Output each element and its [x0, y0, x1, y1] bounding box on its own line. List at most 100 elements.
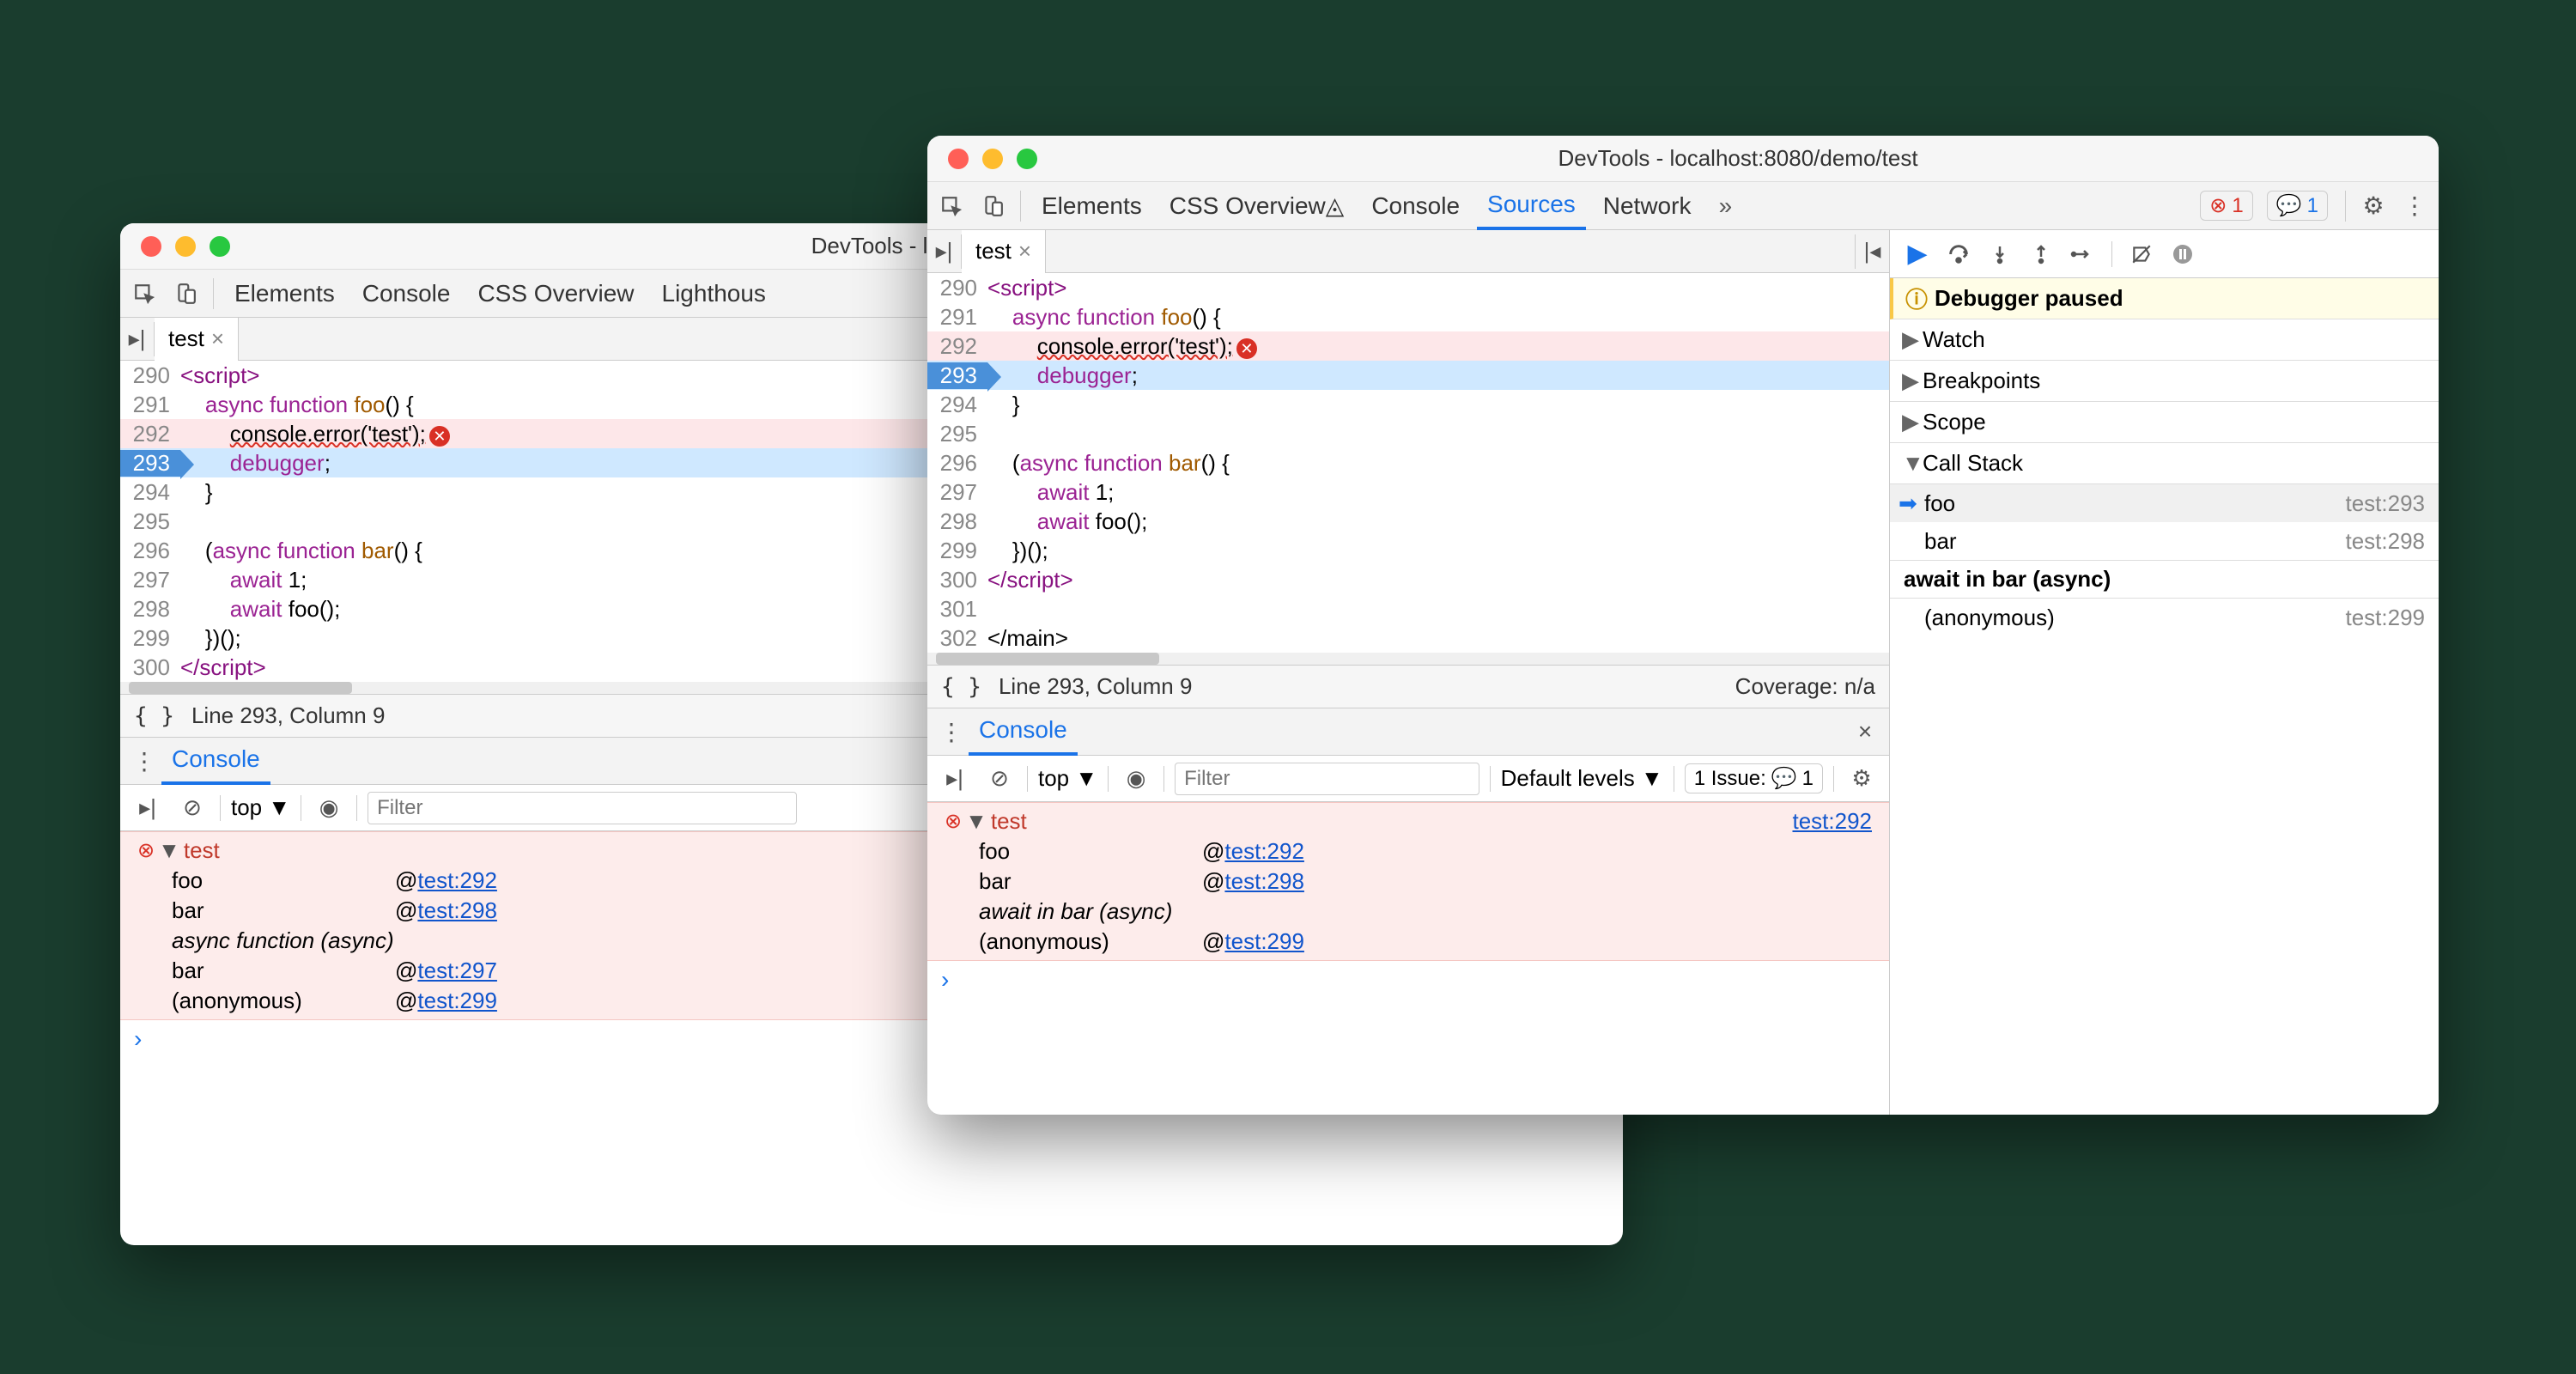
- error-link[interactable]: test:292: [1792, 808, 1872, 835]
- eye-icon[interactable]: ◉: [312, 791, 346, 825]
- file-tab[interactable]: test ×: [962, 230, 1046, 273]
- code-line[interactable]: 291 async function foo() {: [927, 302, 1889, 331]
- close-icon[interactable]: ×: [1848, 714, 1882, 749]
- code-line[interactable]: 296 (async function bar() {: [927, 448, 1889, 477]
- section-breakpoints[interactable]: ▶Breakpoints: [1890, 361, 2439, 402]
- pause-exceptions-icon[interactable]: [2166, 237, 2200, 271]
- context-selector[interactable]: top ▼: [231, 794, 290, 821]
- tab-network[interactable]: Network: [1593, 182, 1702, 230]
- sidebar-icon[interactable]: ▸|: [938, 762, 972, 796]
- device-icon[interactable]: [975, 189, 1010, 223]
- close-icon[interactable]: ×: [211, 325, 224, 352]
- navigator-icon[interactable]: ▸|: [120, 322, 155, 356]
- code-line[interactable]: 298 await foo();: [927, 507, 1889, 536]
- stack-frame[interactable]: bar@ test:298: [927, 866, 1889, 897]
- error-badge[interactable]: ⊗1: [2200, 191, 2252, 221]
- log-levels[interactable]: Default levels ▼: [1501, 765, 1663, 792]
- tab-css-overview[interactable]: CSS Overview: [467, 270, 644, 318]
- step-out-icon[interactable]: [2024, 237, 2058, 271]
- section-callstack[interactable]: ▼Call Stack: [1890, 443, 2439, 484]
- code-line[interactable]: 301: [927, 594, 1889, 623]
- source-link[interactable]: test:298: [1224, 868, 1304, 895]
- code-line[interactable]: 294 }: [927, 390, 1889, 419]
- close-icon[interactable]: [948, 149, 969, 169]
- stack-frame[interactable]: foo@ test:292: [927, 836, 1889, 866]
- source-link[interactable]: test:292: [417, 867, 497, 894]
- callstack-frame[interactable]: ➡footest:293: [1890, 484, 2439, 522]
- close-icon[interactable]: ×: [1018, 238, 1031, 264]
- tab-console-drawer[interactable]: Console: [969, 708, 1078, 756]
- code-editor[interactable]: 290<script>291 async function foo() {292…: [927, 273, 1889, 653]
- clear-icon[interactable]: ⊘: [982, 762, 1017, 796]
- maximize-icon[interactable]: [210, 236, 230, 257]
- stack-frame[interactable]: (anonymous)@ test:299: [927, 927, 1889, 957]
- filter-input[interactable]: [368, 792, 797, 824]
- code-line[interactable]: 300</script>: [927, 565, 1889, 594]
- device-icon[interactable]: [168, 277, 203, 311]
- tab-console[interactable]: Console: [1361, 182, 1470, 230]
- tab-elements[interactable]: Elements: [1031, 182, 1152, 230]
- error-row[interactable]: ⊗ ▼ test test:292: [927, 806, 1889, 836]
- stack-frame[interactable]: await in bar (async): [927, 897, 1889, 927]
- coverage-label: Coverage: n/a: [1735, 673, 1875, 700]
- traffic-lights: [120, 236, 230, 257]
- code-line[interactable]: 297 await 1;: [927, 477, 1889, 507]
- clear-icon[interactable]: ⊘: [175, 791, 210, 825]
- code-line[interactable]: 302</main>: [927, 623, 1889, 653]
- console-prompt[interactable]: ›: [927, 961, 1889, 999]
- format-icon[interactable]: { }: [134, 703, 174, 729]
- code-line[interactable]: 290<script>: [927, 273, 1889, 302]
- inspect-icon[interactable]: [127, 277, 161, 311]
- issues-badge[interactable]: 💬 1: [2267, 191, 2328, 221]
- file-tab[interactable]: test ×: [155, 318, 239, 361]
- callstack-frame[interactable]: (anonymous)test:299: [1890, 599, 2439, 636]
- expand-icon[interactable]: ▼: [158, 837, 180, 864]
- format-icon[interactable]: { }: [941, 674, 981, 700]
- step-into-icon[interactable]: [1983, 237, 2017, 271]
- source-link[interactable]: test:298: [417, 897, 497, 924]
- maximize-icon[interactable]: [1017, 149, 1037, 169]
- sidebar-icon[interactable]: ▸|: [131, 791, 165, 825]
- tab-console-drawer[interactable]: Console: [161, 737, 270, 785]
- resume-icon[interactable]: ▶: [1900, 237, 1935, 271]
- issues-pill[interactable]: 1 Issue: 💬 1: [1685, 763, 1823, 793]
- callstack-frame[interactable]: bartest:298: [1890, 522, 2439, 560]
- gear-icon[interactable]: ⚙: [1844, 762, 1879, 796]
- traffic-lights: [927, 149, 1037, 169]
- more-icon[interactable]: ⋮: [127, 744, 161, 778]
- source-link[interactable]: test:299: [417, 988, 497, 1014]
- tab-css-overview[interactable]: CSS Overview ◬: [1159, 182, 1355, 230]
- debugger-pane-icon[interactable]: |◂: [1855, 234, 1889, 269]
- code-line[interactable]: 299 })();: [927, 536, 1889, 565]
- deactivate-breakpoints-icon[interactable]: [2124, 237, 2159, 271]
- expand-icon[interactable]: ▼: [965, 808, 987, 835]
- code-line[interactable]: 295: [927, 419, 1889, 448]
- step-icon[interactable]: [2065, 237, 2099, 271]
- more-icon[interactable]: ⋮: [934, 714, 969, 749]
- gear-icon[interactable]: ⚙: [2356, 189, 2391, 223]
- minimize-icon[interactable]: [982, 149, 1003, 169]
- more-tabs-icon[interactable]: »: [1708, 189, 1742, 223]
- section-watch[interactable]: ▶Watch: [1890, 319, 2439, 361]
- minimize-icon[interactable]: [175, 236, 196, 257]
- navigator-icon[interactable]: ▸|: [927, 234, 962, 269]
- context-selector[interactable]: top ▼: [1038, 765, 1097, 792]
- source-link[interactable]: test:297: [417, 958, 497, 984]
- more-icon[interactable]: ⋮: [2397, 189, 2432, 223]
- source-link[interactable]: test:292: [1224, 838, 1304, 865]
- filter-input[interactable]: [1175, 763, 1479, 795]
- inspect-icon[interactable]: [934, 189, 969, 223]
- code-line[interactable]: 292 console.error('test');✕: [927, 331, 1889, 361]
- right-window: DevTools - localhost:8080/demo/test Elem…: [927, 136, 2439, 1115]
- tab-elements[interactable]: Elements: [224, 270, 345, 318]
- tab-sources[interactable]: Sources: [1477, 182, 1586, 230]
- tab-console[interactable]: Console: [352, 270, 461, 318]
- scrollbar[interactable]: [927, 653, 1889, 665]
- close-icon[interactable]: [141, 236, 161, 257]
- step-over-icon[interactable]: [1941, 237, 1976, 271]
- section-scope[interactable]: ▶Scope: [1890, 402, 2439, 443]
- source-link[interactable]: test:299: [1224, 928, 1304, 955]
- code-line[interactable]: 293 debugger;: [927, 361, 1889, 390]
- eye-icon[interactable]: ◉: [1119, 762, 1153, 796]
- tab-lighthouse[interactable]: Lighthous: [652, 270, 776, 318]
